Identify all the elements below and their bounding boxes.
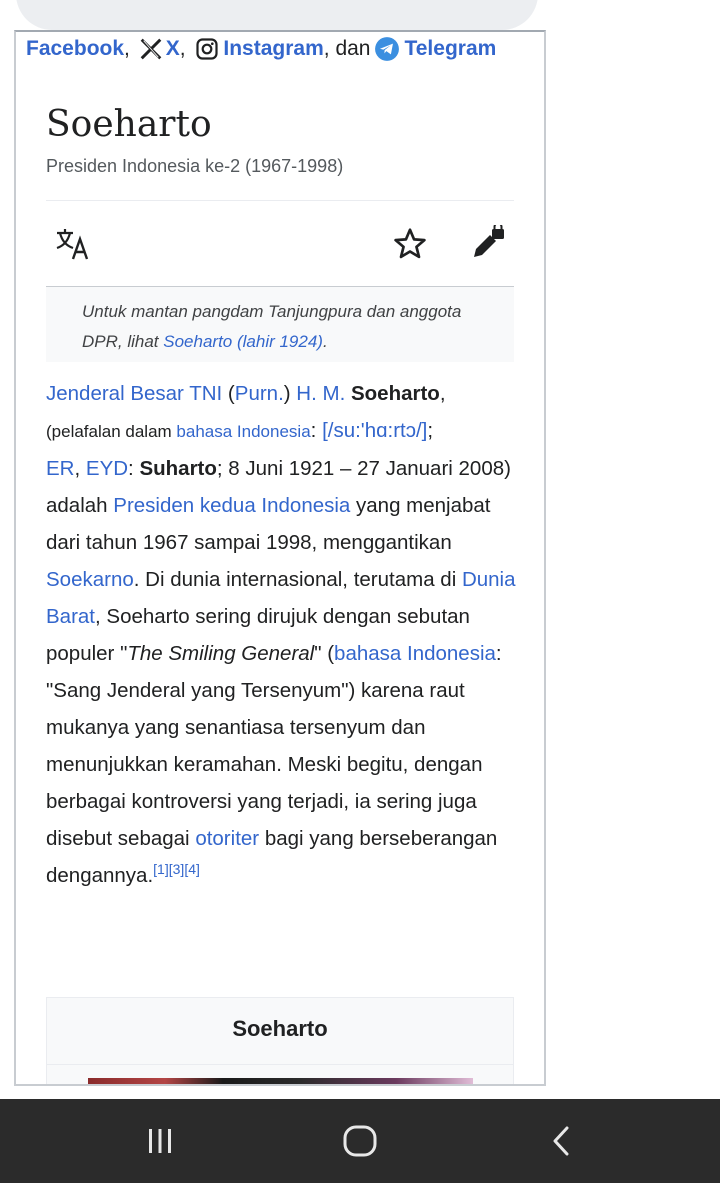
instagram-icon	[195, 37, 219, 61]
italic-smiling-general: The Smiling General	[127, 642, 315, 665]
ref-1[interactable]: [1]	[153, 861, 169, 877]
x-link[interactable]: X	[166, 37, 180, 61]
link-otoriter[interactable]: otoriter	[195, 827, 259, 850]
infobox-title: Soeharto	[232, 1016, 328, 1041]
link-purn[interactable]: Purn.	[235, 382, 284, 405]
article-container: Facebook, X, Instagram, dan Telegram Soe…	[14, 30, 546, 1086]
link-jenderal-besar-tni[interactable]: Jenderal Besar TNI	[46, 382, 222, 405]
back-icon[interactable]	[532, 1119, 592, 1163]
link-ipa[interactable]: [/su:'hɑ:rtɔ/]	[322, 419, 427, 442]
hatnote: Untuk mantan pangdam Tanjungpura dan ang…	[46, 286, 514, 362]
telegram-link[interactable]: Telegram	[404, 37, 496, 61]
browser-top-bar	[16, 0, 538, 30]
divider	[46, 200, 514, 201]
star-icon[interactable]	[388, 222, 432, 266]
edit-lock-icon[interactable]	[466, 222, 510, 266]
language-icon[interactable]	[52, 222, 96, 266]
link-eyd[interactable]: EYD	[86, 457, 128, 480]
conjunction-text: dan	[335, 37, 371, 60]
lead-paragraph: Jenderal Besar TNI (Purn.) H. M. Soehart…	[46, 382, 516, 887]
link-bahasa-indonesia-pronunciation[interactable]: bahasa Indonesia	[176, 422, 310, 441]
instagram-link[interactable]: Instagram	[223, 37, 323, 61]
link-soekarno[interactable]: Soekarno	[46, 568, 134, 591]
infobox-photo[interactable]	[88, 1078, 473, 1084]
bold-suharto: Suharto	[139, 457, 217, 480]
system-navigation-bar	[0, 1099, 720, 1183]
x-logo-icon	[140, 38, 162, 60]
hatnote-link[interactable]: Soeharto (lahir 1924)	[163, 332, 323, 351]
page-subtitle: Presiden Indonesia ke-2 (1967-1998)	[46, 156, 344, 176]
link-er[interactable]: ER	[46, 457, 74, 480]
ref-3[interactable]: [3]	[169, 861, 185, 877]
page-title: Soeharto	[46, 104, 212, 145]
home-icon[interactable]	[330, 1119, 390, 1163]
link-presiden-kedua[interactable]: Presiden kedua Indonesia	[113, 494, 350, 517]
infobox-divider	[47, 1064, 513, 1065]
infobox: Soeharto	[46, 997, 514, 1084]
facebook-link[interactable]: Facebook	[26, 37, 124, 61]
link-bahasa-indonesia[interactable]: bahasa Indonesia	[334, 642, 496, 665]
link-hm[interactable]: H. M.	[296, 382, 345, 405]
recent-apps-icon[interactable]	[130, 1119, 190, 1163]
bold-name: Soeharto	[350, 382, 440, 405]
social-links-row: Facebook, X, Instagram, dan Telegram	[26, 36, 497, 62]
telegram-icon	[374, 36, 400, 62]
ref-4[interactable]: [4]	[184, 861, 200, 877]
